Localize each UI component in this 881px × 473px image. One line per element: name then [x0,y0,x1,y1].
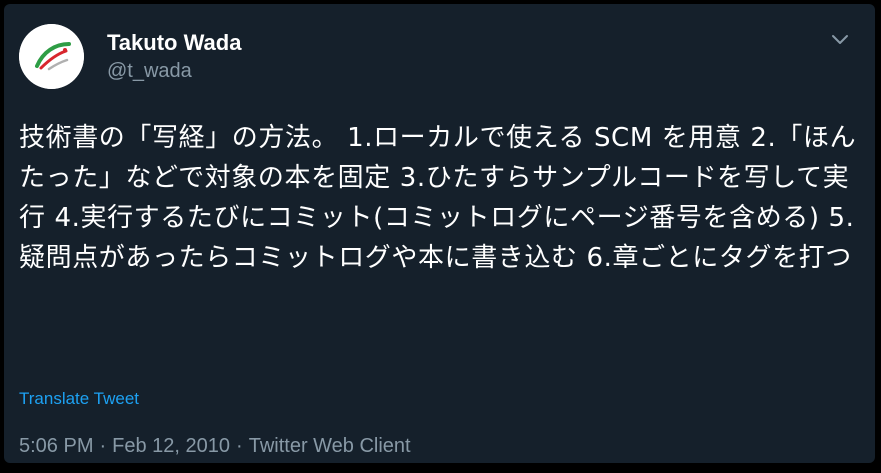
avatar[interactable] [19,24,84,89]
author-display-name[interactable]: Takuto Wada [107,30,241,56]
tweet-text: 技術書の「写経」の方法。 1.ローカルで使える SCM を用意 2.「ほんたった… [19,123,857,273]
meta-separator: · [236,435,243,457]
tweet-client-source[interactable]: Twitter Web Client [249,435,411,457]
author-handle[interactable]: @t_wada [107,59,192,83]
meta-separator: · [99,435,107,457]
tweet-time[interactable]: 5:06 PM [19,435,93,457]
chevron-down-icon [832,35,848,44]
translate-tweet-link[interactable]: Translate Tweet [19,388,139,410]
tweet-metadata: 5:06 PM · Feb 12, 2010 · Twitter Web Client [19,434,411,458]
tweet-date[interactable]: Feb 12, 2010 [112,435,230,457]
swoosh-logo-icon [19,24,84,89]
more-options-button[interactable] [826,26,854,54]
tweet-card: Takuto Wada @t_wada 技術書の「写経」の方法。 1.ローカルで… [4,4,875,463]
